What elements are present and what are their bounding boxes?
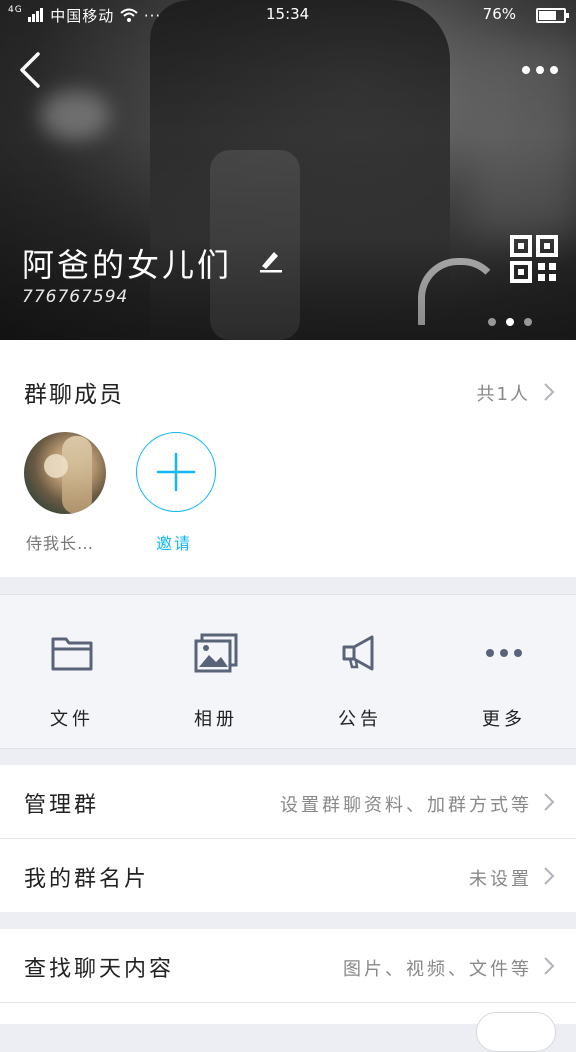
row-value: 未设置 — [469, 869, 532, 890]
carrier-name: 中国移动 — [50, 7, 115, 25]
manage-group-row[interactable]: 管理群 设置群聊资料、加群方式等 — [0, 765, 576, 838]
carousel-indicator — [488, 311, 542, 330]
carousel-dot — [488, 318, 496, 326]
more-dots-icon — [522, 66, 558, 74]
signal-label: 4G — [8, 5, 23, 15]
chevron-left-icon — [20, 52, 40, 88]
battery-nub — [566, 13, 569, 18]
status-extra: ··· — [143, 7, 162, 25]
pencil-icon — [260, 252, 282, 273]
plus-icon — [156, 452, 196, 492]
more-dots-icon — [486, 649, 522, 657]
tool-more[interactable]: 更多 — [432, 595, 576, 748]
tool-files[interactable]: 文件 — [0, 595, 144, 748]
qr-code-icon — [510, 235, 558, 283]
tool-label: 更多 — [482, 709, 526, 730]
folder-icon — [51, 637, 93, 671]
carousel-dot-active — [506, 318, 514, 326]
invite-button[interactable] — [136, 432, 216, 512]
search-chat-row[interactable]: 查找聊天内容 图片、视频、文件等 — [0, 929, 576, 1002]
tool-album[interactable]: 相册 — [144, 595, 288, 748]
chevron-right-icon — [544, 957, 555, 975]
members-title: 群聊成员 — [24, 382, 124, 408]
battery-fill — [539, 11, 556, 20]
battery-percent: 76% — [482, 5, 516, 23]
chevron-right-icon — [544, 793, 555, 811]
tool-label: 公告 — [338, 709, 382, 730]
chevron-right-icon — [544, 383, 555, 401]
wifi-icon — [120, 8, 138, 22]
avatar-face — [44, 454, 68, 478]
status-bar: 4G 中国移动 ··· 15:34 76% — [0, 0, 576, 30]
member-avatar[interactable] — [24, 432, 106, 514]
invite-label[interactable]: 邀请 — [156, 530, 192, 554]
qr-code-button[interactable] — [510, 235, 558, 283]
megaphone-icon — [342, 635, 374, 671]
tool-label: 相册 — [194, 709, 238, 730]
carousel-dot — [524, 318, 532, 326]
back-button[interactable] — [12, 50, 52, 90]
edit-group-name-button[interactable] — [258, 247, 284, 273]
avatar-hair — [62, 436, 92, 514]
status-left: 4G 中国移动 ··· — [8, 5, 161, 26]
my-group-card-row[interactable]: 我的群名片 未设置 — [0, 839, 576, 912]
row-label: 我的群名片 — [24, 867, 150, 892]
group-id: 776767594 — [22, 287, 129, 307]
status-time: 15:34 — [266, 5, 310, 23]
members-section: 群聊成员 共1人 侍我长… 邀请 — [0, 340, 576, 577]
row-label: 管理群 — [24, 793, 100, 818]
members-count: 共1人 — [476, 384, 530, 405]
row-value: 设置群聊资料、加群方式等 — [280, 795, 532, 816]
row-value: 图片、视频、文件等 — [343, 959, 532, 980]
group-tools-bar: 文件 相册 公告 更多 — [0, 594, 576, 749]
more-options-button[interactable] — [518, 58, 562, 82]
toggle-switch[interactable] — [476, 1012, 556, 1052]
battery-icon — [536, 8, 569, 23]
row-label: 查找聊天内容 — [24, 957, 175, 982]
chevron-right-icon — [544, 867, 555, 885]
signal-icon — [28, 8, 44, 22]
tool-announcement[interactable]: 公告 — [288, 595, 432, 748]
member-name[interactable]: 侍我长… — [26, 530, 94, 554]
tool-label: 文件 — [50, 709, 94, 730]
album-icon — [194, 633, 238, 673]
group-name: 阿爸的女儿们 — [22, 246, 233, 284]
